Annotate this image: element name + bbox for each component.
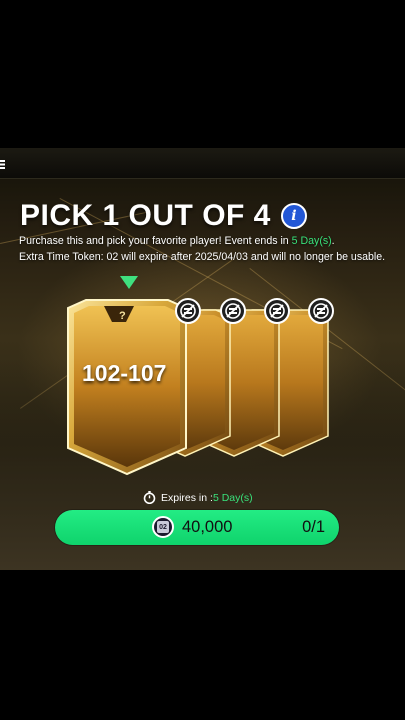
- token-expiry-notice: Extra Time Token: 02 will expire after 2…: [19, 251, 386, 263]
- info-icon[interactable]: i: [280, 203, 307, 229]
- menu-icon[interactable]: [0, 160, 5, 169]
- no-swap-icon: [264, 298, 290, 324]
- event-description: Purchase this and pick your favorite pla…: [19, 235, 335, 247]
- no-swap-icon: [220, 298, 246, 324]
- top-black-bar: [0, 0, 405, 148]
- no-swap-icon: [308, 298, 334, 324]
- expires-label: Expires in :: [161, 491, 213, 504]
- page-title: PICK 1 OUT OF 4: [20, 199, 271, 232]
- no-swap-icon: [175, 298, 201, 324]
- stopwatch-icon: [143, 491, 156, 504]
- purchase-count: 0/1: [302, 518, 325, 536]
- purchase-button[interactable]: 02 40,000 0/1: [55, 510, 339, 545]
- player-card-1-selected[interactable]: ?: [64, 298, 190, 476]
- pointer-triangle-icon: [120, 276, 138, 289]
- bottom-black-bar: [0, 570, 405, 720]
- card-rating-range: 102-107: [82, 360, 167, 386]
- extra-time-token-icon: 02: [152, 516, 174, 538]
- expires-value: 5 Day(s): [212, 491, 253, 504]
- top-strip: [0, 148, 405, 179]
- card-hidden-mark: ?: [119, 310, 126, 322]
- expires-row: Expires in : 5 Day(s): [143, 491, 253, 504]
- pack-screen: PICK 1 OUT OF 4 i Purchase this and pick…: [0, 148, 405, 570]
- event-duration: 5 Day(s): [291, 235, 332, 247]
- purchase-price: 40,000: [182, 518, 233, 536]
